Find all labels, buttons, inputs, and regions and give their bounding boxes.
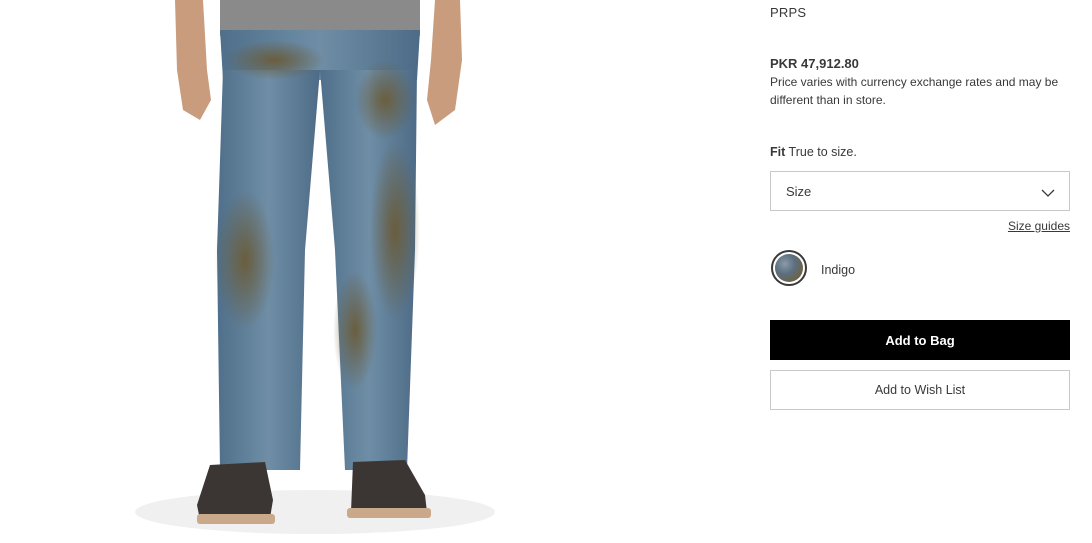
add-to-wishlist-button[interactable]: Add to Wish List <box>770 370 1070 410</box>
product-page: PRPS PKR 47,912.80 Price varies with cur… <box>0 0 1092 543</box>
price-note: Price varies with currency exchange rate… <box>770 75 1059 107</box>
fit-info: Fit True to size. <box>770 145 857 159</box>
color-swatch-indigo[interactable] <box>771 250 807 286</box>
brand-name[interactable]: PRPS <box>770 5 806 20</box>
size-guides-link[interactable]: Size guides <box>1008 219 1070 233</box>
product-image[interactable] <box>125 0 605 543</box>
fit-label: Fit <box>770 145 786 159</box>
color-name: Indigo <box>821 263 856 277</box>
size-dropdown-label: Size <box>786 184 812 199</box>
fit-value: True to size. <box>788 145 857 159</box>
price: PKR 47,912.80 <box>770 56 859 71</box>
swatch-image <box>775 254 803 282</box>
size-dropdown[interactable]: Size <box>770 171 1070 211</box>
chevron-down-icon <box>1041 185 1055 197</box>
add-to-bag-button[interactable]: Add to Bag <box>770 320 1070 360</box>
